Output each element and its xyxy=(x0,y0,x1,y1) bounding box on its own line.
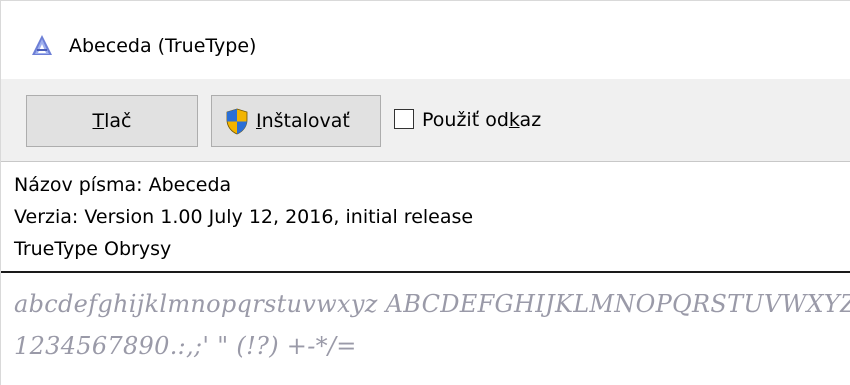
use-link-label-after: az xyxy=(519,109,542,131)
sample-line-letters: abcdefghijklmnopqrstuvwxyz ABCDEFGHIJKLM… xyxy=(14,290,850,318)
print-button-accesskey: T xyxy=(92,110,105,132)
sample-line-digits: 1234567890.:,;' " (!?) +-*/= xyxy=(14,332,357,360)
title-bar: Abeceda (TrueType) xyxy=(1,1,850,79)
font-name-line: Názov písma: Abeceda xyxy=(14,174,232,196)
print-button-label: lač xyxy=(104,110,132,132)
font-info-panel: Názov písma: Abeceda Verzia: Version 1.0… xyxy=(1,161,850,271)
window-title: Abeceda (TrueType) xyxy=(69,35,257,57)
font-viewer-window: Abeceda (TrueType) Tlač Inštalovať Použi… xyxy=(0,0,850,385)
toolbar: Tlač Inštalovať Použiť odkaz xyxy=(1,79,850,161)
print-button[interactable]: Tlač xyxy=(26,95,198,147)
font-outline-line: TrueType Obrysy xyxy=(14,238,172,260)
use-link-checkbox-label[interactable]: Použiť odkaz xyxy=(422,108,541,132)
install-button[interactable]: Inštalovať xyxy=(211,95,381,147)
install-button-label: nštalovať xyxy=(261,110,350,132)
font-version-line: Verzia: Version 1.00 July 12, 2016, init… xyxy=(14,206,474,228)
uac-shield-icon xyxy=(225,108,249,135)
font-viewer-icon xyxy=(31,34,53,56)
use-link-label-accesskey: k xyxy=(508,109,520,131)
font-sample-panel: abcdefghijklmnopqrstuvwxyz ABCDEFGHIJKLM… xyxy=(1,273,850,385)
use-link-checkbox-box[interactable] xyxy=(394,109,414,129)
use-link-label-before: Použiť od xyxy=(422,109,509,131)
